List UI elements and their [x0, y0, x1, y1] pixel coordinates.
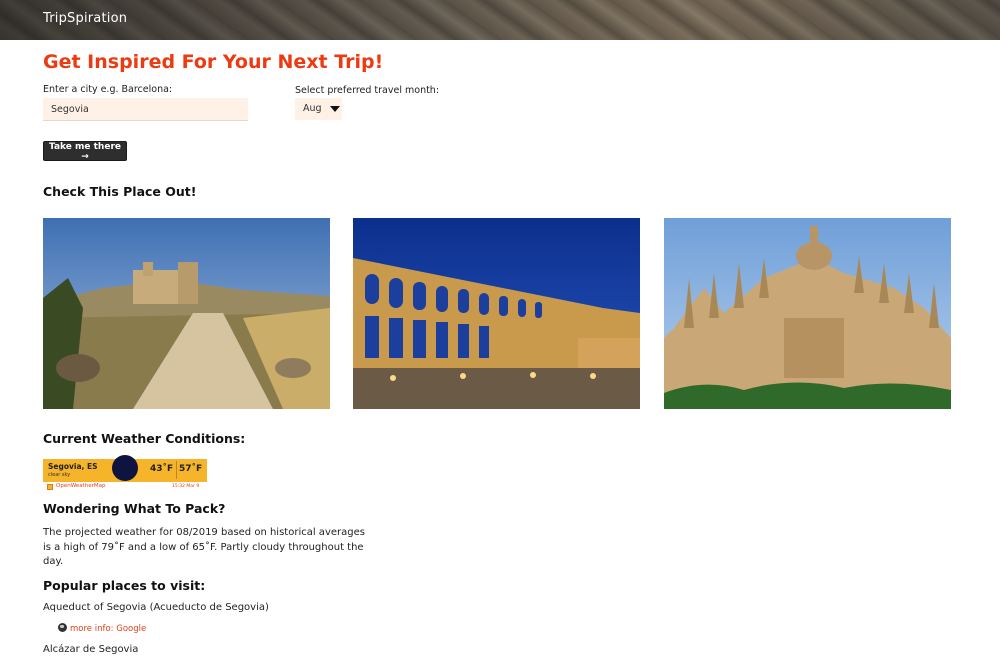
- gallery-heading: Check This Place Out!: [43, 184, 197, 199]
- packing-heading: Wondering What To Pack?: [43, 501, 226, 516]
- weather-divider: [176, 461, 177, 479]
- month-selected-value: Aug: [303, 103, 322, 114]
- city-input[interactable]: [43, 98, 248, 121]
- more-info-google-link[interactable]: more info: Google: [58, 623, 146, 634]
- weather-widget[interactable]: Segovia, ES clear sky 43˚F 57˚F OpenWeat…: [43, 455, 207, 492]
- place-name: Aqueduct of Segovia (Acueducto de Segovi…: [43, 602, 269, 613]
- photo-cathedral[interactable]: [664, 218, 951, 409]
- weather-temp-low: 43˚F: [150, 464, 174, 474]
- globe-icon: [58, 623, 67, 632]
- page-title: Get Inspired For Your Next Trip!: [43, 51, 384, 73]
- header-banner: TripSpiration: [0, 0, 1000, 40]
- weather-heading: Current Weather Conditions:: [43, 431, 246, 446]
- weather-description: clear sky: [48, 472, 71, 478]
- weather-city: Segovia, ES: [48, 462, 98, 471]
- weather-timestamp: 15:32 Mar 9: [172, 484, 200, 489]
- brand-logo-text[interactable]: TripSpiration: [43, 11, 127, 26]
- more-info-label: more info: Google: [70, 624, 147, 634]
- month-select[interactable]: Aug: [295, 98, 342, 120]
- caret-down-icon: [330, 106, 340, 112]
- photo-path-old-town[interactable]: [43, 218, 330, 409]
- packing-text: The projected weather for 08/2019 based …: [43, 527, 365, 567]
- place-name: Alcázar de Segovia: [43, 644, 139, 655]
- places-heading: Popular places to visit:: [43, 578, 206, 593]
- take-me-there-button[interactable]: Take me there →: [43, 141, 127, 162]
- moon-icon: [112, 455, 138, 481]
- photo-aqueduct-night[interactable]: [353, 218, 640, 409]
- month-label: Select preferred travel month:: [295, 85, 440, 96]
- openweathermap-logo-icon: [47, 484, 53, 490]
- city-label: Enter a city e.g. Barcelona:: [43, 84, 173, 95]
- weather-provider-link[interactable]: OpenWeatherMap: [56, 483, 105, 489]
- weather-temp-high: 57˚F: [179, 464, 203, 474]
